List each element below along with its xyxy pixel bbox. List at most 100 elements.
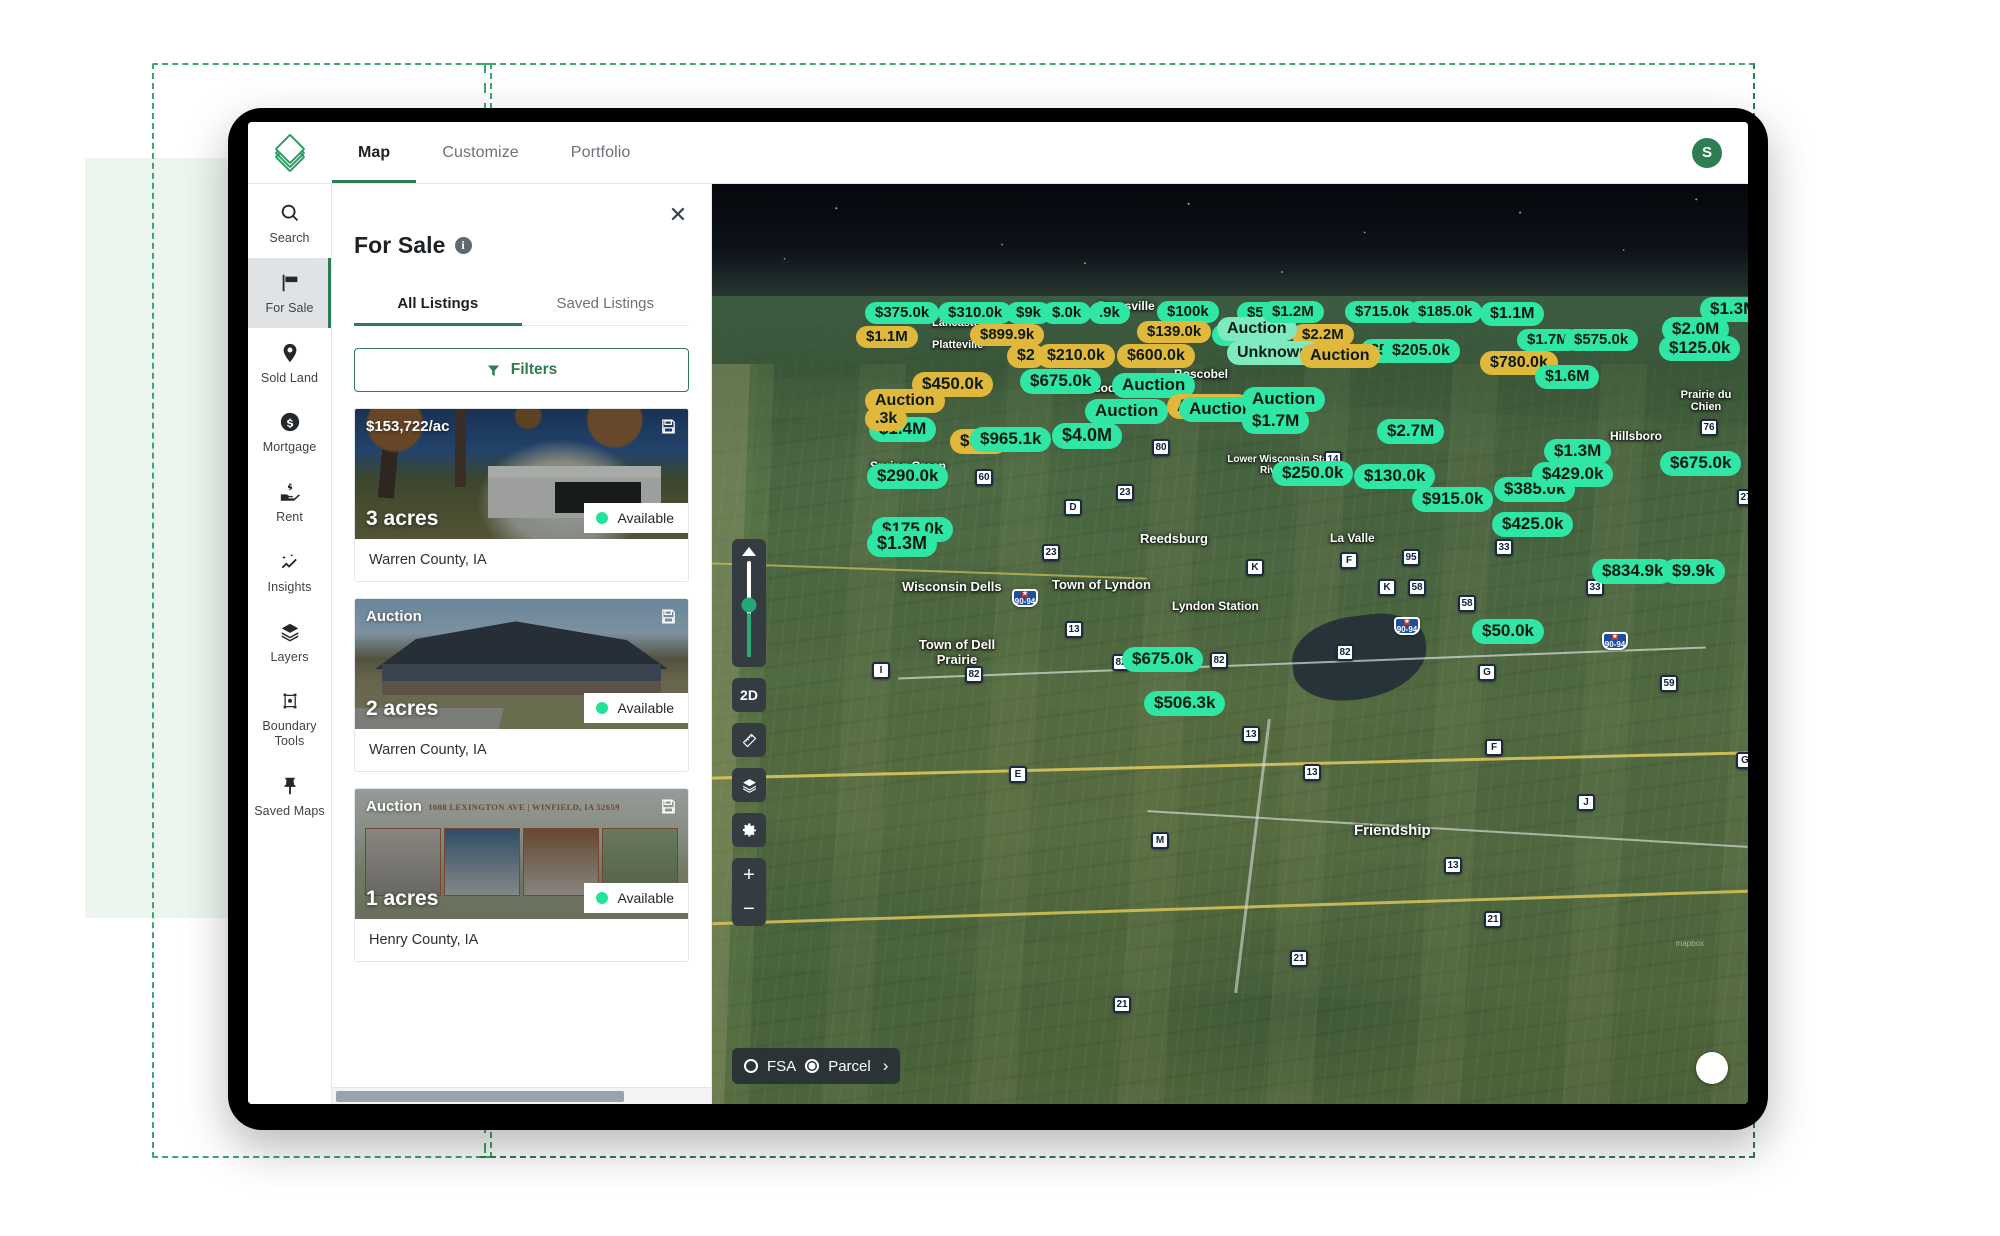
save-floppy-icon[interactable] — [660, 418, 677, 435]
listing-list[interactable]: $153,722/ac 3 acres Available Warren Cou… — [332, 408, 711, 1087]
map-price-pill[interactable]: $9.9k — [1662, 559, 1725, 584]
map-price-pill[interactable]: $915.0k — [1412, 487, 1494, 512]
sidebar-item-sold-land[interactable]: Sold Land — [248, 328, 331, 398]
map-price-pill[interactable]: $965.1k — [970, 427, 1052, 452]
map-price-pill[interactable]: $205.0k — [1382, 339, 1460, 363]
pin-tack-icon — [284, 777, 295, 794]
map-price-pill[interactable]: $1.3M — [1544, 439, 1612, 464]
map-price-pill[interactable]: Auction — [1300, 344, 1380, 368]
map-price-pill[interactable]: $130.0k — [1354, 464, 1436, 489]
layers-icon — [742, 778, 756, 793]
app-logo[interactable] — [248, 122, 332, 183]
save-floppy-icon[interactable] — [660, 608, 677, 625]
zoom-in-button[interactable]: + — [732, 858, 766, 892]
tab-saved-listings[interactable]: Saved Listings — [522, 285, 690, 325]
map-price-pill[interactable]: $.0k — [1042, 302, 1092, 325]
map-price-pill[interactable]: $50.0k — [1472, 619, 1544, 644]
compass-button[interactable] — [1696, 1052, 1728, 1084]
map-price-pill[interactable]: $250.0k — [1272, 461, 1354, 486]
map-price-pill[interactable]: $375.0k — [865, 302, 940, 325]
panel-horizontal-scrollbar[interactable] — [332, 1087, 711, 1104]
map-price-pill[interactable]: $139.0k — [1137, 321, 1212, 344]
tilt-slider[interactable] — [732, 539, 766, 667]
zoom-out-button[interactable]: − — [732, 892, 766, 926]
map-price-pill[interactable]: $575.0k — [1564, 329, 1639, 352]
save-floppy-icon[interactable] — [660, 798, 677, 815]
map-price-pill[interactable]: $310.0k — [938, 302, 1013, 325]
tab-map[interactable]: Map — [332, 122, 417, 183]
map-price-pill[interactable]: $2 — [1007, 344, 1045, 368]
map-price-pill[interactable]: $1.2M — [1262, 301, 1324, 324]
map-price-pill[interactable]: $675.0k — [1122, 647, 1204, 672]
highway-shield: 13 — [1242, 726, 1260, 743]
map-price-pill[interactable]: $675.0k — [1020, 369, 1102, 394]
zoom-controls: + − — [732, 858, 766, 926]
toggle-2d-button[interactable]: 2D — [732, 678, 766, 712]
info-icon[interactable]: i — [454, 237, 472, 254]
status-label: Available — [617, 700, 674, 716]
map-price-pill[interactable]: Auction — [1242, 387, 1326, 412]
highway-shield: 82 — [1210, 652, 1228, 669]
filters-button[interactable]: Filters — [354, 348, 689, 392]
map-price-pill[interactable]: $675.0k — [1660, 451, 1742, 476]
map-price-pill[interactable]: $210.0k — [1037, 344, 1115, 368]
map-price-pill[interactable]: $506.3k — [1144, 691, 1226, 716]
map-price-pill[interactable]: $1.7M — [1242, 409, 1310, 434]
map-price-pill[interactable]: $1.1M — [856, 326, 918, 349]
map-price-pill[interactable]: $425.0k — [1492, 512, 1574, 537]
tab-all-listings[interactable]: All Listings — [354, 285, 522, 326]
list-item[interactable]: Auction 2 acres Available Warren County,… — [354, 598, 689, 772]
map-place-label: Prairie du Chien — [1680, 389, 1732, 413]
map-price-pill[interactable]: $100k — [1157, 301, 1219, 324]
map-price-pill[interactable]: $429.0k — [1532, 462, 1614, 487]
sidebar-item-for-sale[interactable]: For Sale — [248, 257, 331, 328]
map-price-pill[interactable]: $1.1M — [1480, 302, 1545, 326]
map-price-pill[interactable]: .3k — [865, 407, 908, 431]
chevron-right-icon[interactable]: › — [883, 1056, 889, 1076]
map-price-pill[interactable]: .9k — [1089, 302, 1130, 325]
map-place-label: Town of Lyndon — [1052, 577, 1151, 592]
sidebar-item-search[interactable]: Search — [248, 188, 331, 258]
funnel-icon — [487, 365, 499, 376]
sidebar-item-saved-maps[interactable]: Saved Maps — [248, 761, 331, 831]
map-price-pill[interactable]: Auction — [1085, 399, 1169, 424]
boundary-toggle[interactable]: FSA Parcel › — [732, 1048, 901, 1084]
tab-portfolio[interactable]: Portfolio — [545, 122, 657, 183]
map-price-pill[interactable]: $1.6M — [1535, 365, 1600, 389]
sidebar-item-mortgage[interactable]: Mortgage — [248, 397, 331, 467]
map-place-label: Reedsburg — [1140, 531, 1208, 546]
map-price-pill[interactable]: $4.0M — [1052, 423, 1123, 449]
measure-button[interactable] — [732, 723, 766, 757]
map-price-pill[interactable]: $899.9k — [970, 324, 1045, 347]
sidebar-item-boundary-tools[interactable]: Boundary Tools — [248, 676, 331, 761]
radio-fsa[interactable] — [744, 1059, 758, 1073]
highway-shield: 23 — [1116, 484, 1134, 501]
map-price-pill[interactable]: $1.3M — [867, 531, 938, 557]
map-place-label: Town of Dell Prairie — [918, 637, 996, 667]
sidebar-label-search: Search — [269, 231, 310, 245]
radio-parcel[interactable] — [805, 1059, 820, 1073]
map-layers-button[interactable] — [732, 768, 766, 802]
sidebar-item-layers[interactable]: Layers — [248, 607, 331, 677]
map-price-pill[interactable]: $2.7M — [1377, 419, 1445, 444]
map-price-pill[interactable]: $290.0k — [867, 464, 949, 489]
sidebar-item-rent[interactable]: Rent — [248, 467, 331, 537]
close-icon[interactable]: ✕ — [665, 202, 691, 228]
list-item[interactable]: $153,722/ac 3 acres Available Warren Cou… — [354, 408, 689, 582]
tab-customize[interactable]: Customize — [416, 122, 544, 183]
sidebar-item-insights[interactable]: Insights — [248, 537, 331, 607]
list-item[interactable]: 1088 LEXINGTON AVE | WINFIELD, IA 52659 … — [354, 788, 689, 962]
map-price-pill[interactable]: $1.3M — [1700, 297, 1748, 322]
avatar[interactable]: S — [1692, 137, 1722, 168]
map-price-pill[interactable]: $125.0k — [1659, 336, 1741, 361]
map-place-label: Friendship — [1354, 822, 1431, 839]
highway-shield: D — [1064, 499, 1082, 516]
tilt-track[interactable] — [741, 561, 757, 657]
map-price-pill[interactable]: $185.0k — [1408, 301, 1483, 324]
sidebar-label-mortgage: Mortgage — [262, 440, 317, 455]
toggle-2d-label: 2D — [740, 687, 758, 703]
map-settings-button[interactable] — [732, 813, 766, 847]
map-canvas[interactable]: DyersvilleOelweinWaterlooCedar FallsLanc… — [712, 184, 1748, 1104]
map-price-pill[interactable]: $600.0k — [1117, 344, 1195, 368]
tilt-knob[interactable] — [741, 597, 757, 613]
